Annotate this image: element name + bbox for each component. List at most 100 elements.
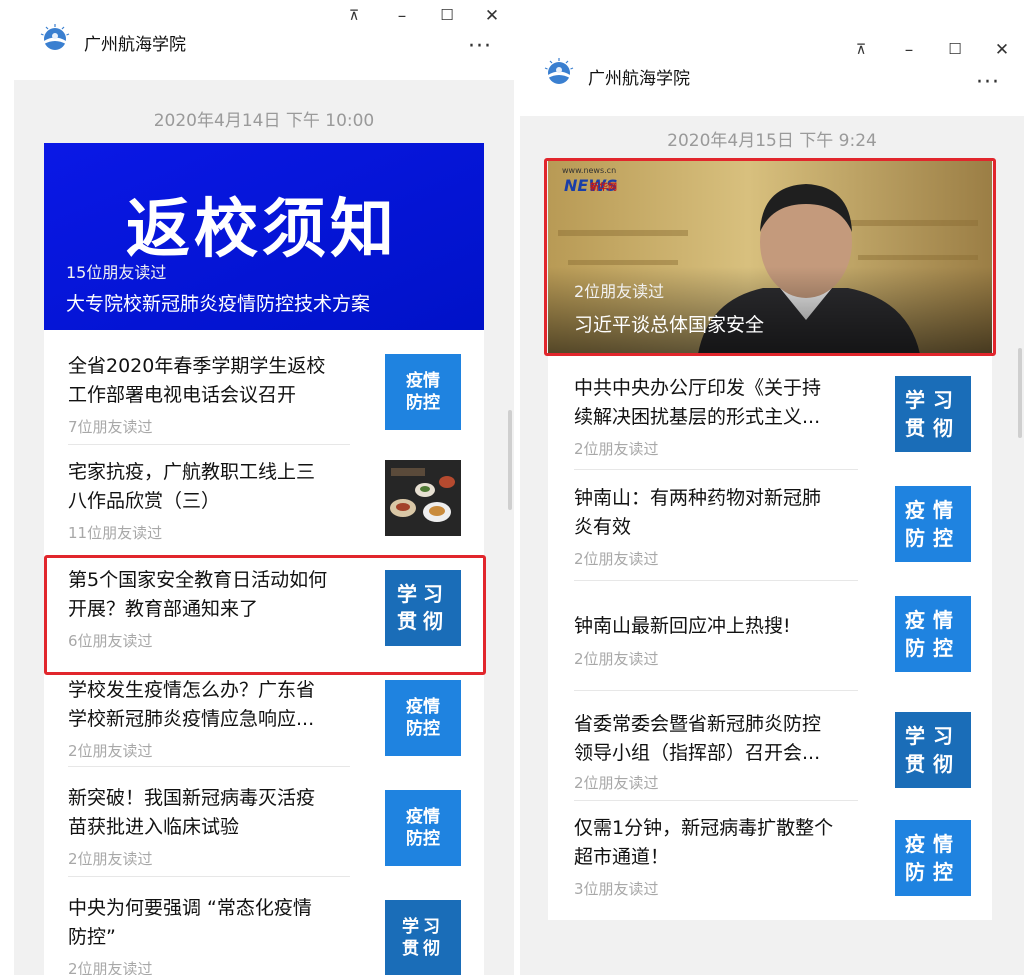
right-window: ⊼ – ☐ ✕ 广州航海学院 ··· 2020年4月15日 下午 9:24 ww… — [520, 0, 1024, 975]
article-card: www.news.cn NEWS 新华网 2位朋友读过 习近平谈总体国家安全 中… — [548, 160, 992, 920]
maximize-icon[interactable]: ☐ — [437, 5, 457, 25]
list-item[interactable]: 省委常委会暨省新冠肺炎防控 领导小组（指挥部）召开会... 2位朋友读过 学习 … — [548, 684, 992, 801]
app-title: 广州航海学院 — [84, 35, 186, 55]
item-read-count: 2位朋友读过 — [574, 650, 659, 668]
badge-line-2: 防控 — [406, 719, 440, 739]
badge-line-2: 防控 — [406, 829, 440, 849]
item-title-line-1: 仅需1分钟，新冠病毒扩散整个 — [574, 817, 834, 839]
badge-line-1: 学习 — [905, 724, 961, 748]
close-icon[interactable]: ✕ — [482, 6, 502, 26]
cover-read-count: 2位朋友读过 — [574, 282, 665, 301]
list-item[interactable]: 第5个国家安全教育日活动如何 开展？教育部通知来了 6位朋友读过 学习 贯彻 — [44, 548, 484, 658]
list-item[interactable]: 中央为何要强调 “常态化疫情 防控” 2位朋友读过 学习 贯彻 — [44, 876, 484, 975]
food-photo-image — [385, 460, 461, 536]
item-title-line-1: 钟南山最新回应冲上热搜! — [574, 615, 791, 637]
left-window: ⊼ – ☐ ✕ 广州航海学院 ··· 2020年4月14日 下午 10:00 返… — [0, 0, 516, 975]
category-badge-study: 学习 贯彻 — [385, 900, 461, 975]
item-title-line-2: 防控” — [68, 926, 116, 948]
badge-line-2: 贯彻 — [402, 939, 444, 959]
cover-read-count: 15位朋友读过 — [66, 263, 167, 282]
category-badge-epidemic: 疫情 防控 — [385, 680, 461, 756]
item-title-line-2: 炎有效 — [574, 516, 632, 538]
item-title-line-1: 新突破！我国新冠病毒灭活疫 — [68, 787, 316, 809]
list-item[interactable]: 全省2020年春季学期学生返校 工作部署电视电话会议召开 7位朋友读过 疫情 防… — [44, 330, 484, 445]
item-title-line-2: 学校新冠肺炎疫情应急响应... — [68, 708, 315, 730]
item-title-line-1: 第5个国家安全教育日活动如何 — [68, 569, 328, 591]
category-badge-study: 学习 贯彻 — [895, 376, 971, 452]
badge-line-1: 学习 — [905, 388, 961, 412]
cover-article[interactable]: www.news.cn NEWS 新华网 2位朋友读过 习近平谈总体国家安全 — [548, 160, 992, 354]
chat-scrollbar[interactable] — [508, 410, 512, 510]
minimize-icon[interactable]: – — [392, 6, 412, 26]
item-title-line-1: 宅家抗疫，广航教职工线上三 — [68, 461, 316, 483]
category-badge-epidemic: 疫情 防控 — [895, 820, 971, 896]
item-title-line-1: 中央为何要强调 “常态化疫情 — [68, 897, 312, 919]
category-badge-epidemic: 疫情 防控 — [895, 486, 971, 562]
badge-line-1: 疫情 — [905, 498, 961, 522]
category-badge-study: 学习 贯彻 — [895, 712, 971, 788]
chat-scrollbar[interactable] — [1018, 348, 1022, 438]
item-title-line-2: 工作部署电视电话会议召开 — [68, 384, 297, 406]
badge-line-1: 学习 — [397, 582, 449, 606]
item-read-count: 2位朋友读过 — [574, 440, 659, 458]
badge-line-2: 贯彻 — [397, 609, 449, 633]
maximize-icon[interactable]: ☐ — [945, 39, 965, 59]
cover-title: 习近平谈总体国家安全 — [574, 314, 765, 336]
item-read-count: 2位朋友读过 — [574, 550, 659, 568]
item-read-count: 7位朋友读过 — [68, 418, 153, 436]
badge-line-2: 防控 — [406, 393, 440, 413]
item-read-count: 2位朋友读过 — [68, 850, 153, 868]
more-options-icon[interactable]: ··· — [976, 72, 1000, 94]
item-read-count: 2位朋友读过 — [68, 960, 153, 975]
article-card: 返校须知 15位朋友读过 大专院校新冠肺炎疫情防控技术方案 全省2020年春季学… — [44, 143, 484, 975]
item-title-line-2: 苗获批进入临床试验 — [68, 816, 240, 838]
news-logo-text: 新华网 — [590, 183, 618, 193]
item-title-line-1: 省委常委会暨省新冠肺炎防控 — [574, 713, 822, 735]
item-read-count: 11位朋友读过 — [68, 524, 163, 542]
list-item[interactable]: 宅家抗疫，广航教职工线上三 八作品欣赏（三） 11位朋友读过 — [44, 440, 484, 548]
minimize-icon[interactable]: – — [899, 40, 919, 60]
item-read-count: 2位朋友读过 — [68, 742, 153, 760]
list-item[interactable]: 中共中央办公厅印发《关于持 续解决困扰基层的形式主义... 2位朋友读过 学习 … — [548, 354, 992, 470]
app-title: 广州航海学院 — [588, 69, 690, 89]
badge-line-1: 疫情 — [406, 697, 440, 717]
list-item[interactable]: 学校发生疫情怎么办？广东省 学校新冠肺炎疫情应急响应... 2位朋友读过 疫情 … — [44, 658, 484, 767]
message-timestamp: 2020年4月14日 下午 10:00 — [153, 111, 375, 131]
list-item[interactable]: 钟南山：有两种药物对新冠肺 炎有效 2位朋友读过 疫情 防控 — [548, 464, 992, 581]
chat-area[interactable]: 2020年4月15日 下午 9:24 www.news.cn NEWS 新华网 … — [520, 116, 1024, 975]
badge-line-1: 疫情 — [905, 608, 961, 632]
college-logo-icon — [40, 24, 70, 50]
cover-banner-text: 返校须知 — [126, 193, 398, 267]
item-title-line-2: 八作品欣赏（三） — [68, 490, 221, 512]
badge-line-1: 疫情 — [905, 832, 961, 856]
item-read-count: 2位朋友读过 — [574, 774, 659, 792]
article-thumbnail — [385, 460, 461, 536]
item-title-line-2: 开展？教育部通知来了 — [68, 598, 259, 620]
badge-line-2: 防控 — [905, 636, 961, 660]
item-title-line-2: 超市通道！ — [574, 846, 670, 868]
badge-line-2: 防控 — [905, 526, 961, 550]
item-title-line-1: 全省2020年春季学期学生返校 — [68, 355, 326, 377]
badge-line-1: 疫情 — [406, 371, 440, 391]
list-item[interactable]: 仅需1分钟，新冠病毒扩散整个 超市通道！ 3位朋友读过 疫情 防控 — [548, 794, 992, 914]
chat-area[interactable]: 2020年4月14日 下午 10:00 返校须知 15位朋友读过 大专院校新冠肺… — [14, 80, 514, 975]
item-title-line-1: 中共中央办公厅印发《关于持 — [574, 377, 822, 399]
close-icon[interactable]: ✕ — [992, 40, 1012, 60]
item-title-line-2: 续解决困扰基层的形式主义... — [574, 406, 821, 428]
college-logo-icon — [544, 58, 574, 84]
pin-icon[interactable]: ⊼ — [344, 6, 364, 26]
list-item[interactable]: 新突破！我国新冠病毒灭活疫 苗获批进入临床试验 2位朋友读过 疫情 防控 — [44, 766, 484, 877]
category-badge-epidemic: 疫情 防控 — [385, 790, 461, 866]
item-read-count: 3位朋友读过 — [574, 880, 659, 898]
item-title-line-1: 学校发生疫情怎么办？广东省 — [68, 679, 316, 701]
badge-line-2: 贯彻 — [905, 752, 961, 776]
category-badge-epidemic: 疫情 防控 — [385, 354, 461, 430]
pin-icon[interactable]: ⊼ — [851, 40, 871, 60]
list-item[interactable]: 钟南山最新回应冲上热搜! 2位朋友读过 疫情 防控 — [548, 574, 992, 691]
more-options-icon[interactable]: ··· — [468, 36, 492, 58]
badge-line-2: 贯彻 — [905, 416, 961, 440]
item-read-count: 6位朋友读过 — [68, 632, 153, 650]
category-badge-study: 学习 贯彻 — [385, 570, 461, 646]
cover-article[interactable]: 返校须知 15位朋友读过 大专院校新冠肺炎疫情防控技术方案 — [44, 143, 484, 330]
news-site-url: www.news.cn — [562, 166, 617, 175]
